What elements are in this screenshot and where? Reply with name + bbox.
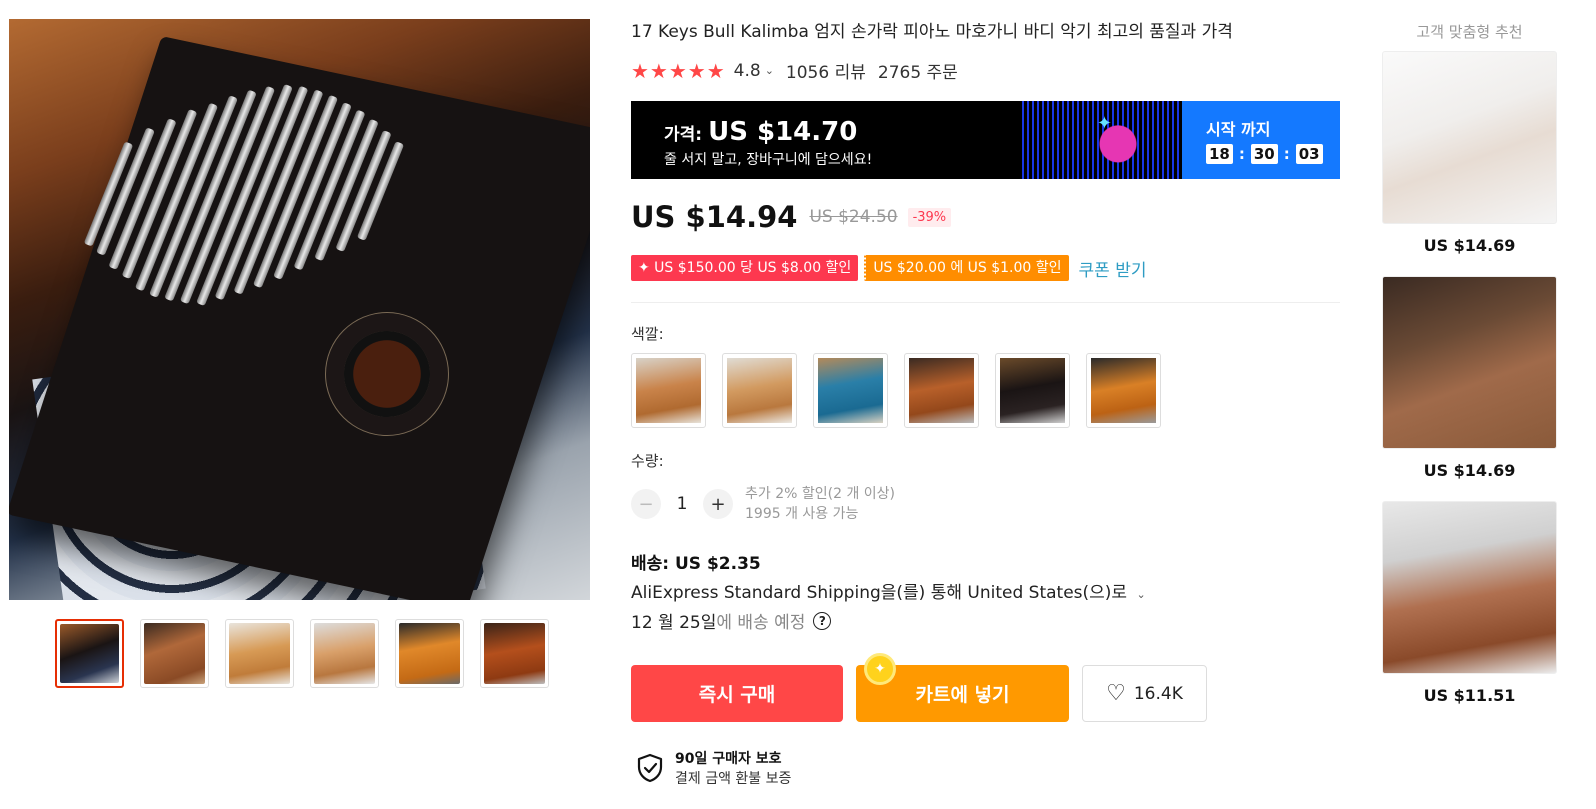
color-swatch-1[interactable] [631,353,706,428]
thumbnail-4[interactable] [310,619,379,688]
thumbnail-1[interactable] [55,619,124,688]
coupon-select-discount[interactable]: US $20.00 에 US $1.00 할인 [864,255,1069,281]
thumbnail-5[interactable] [395,619,464,688]
current-price: US $14.94 [631,200,798,234]
sound-hole [344,331,430,417]
delivery-estimate: 12 월 25일 에 배송 예정 ? [631,608,832,633]
color-swatch-3[interactable] [813,353,888,428]
recommended-item-price: US $14.69 [1423,236,1516,255]
color-swatch-2[interactable] [722,353,797,428]
protection-title: 90일 구매자 보호 [675,751,782,767]
chevron-down-icon: ⌄ [1136,588,1146,601]
wishlist-count: 16.4K [1133,683,1183,704]
rating-row: ★★★★★ 4.8 ⌄ 1056 리뷰 2765 주문 [631,58,958,84]
review-count[interactable]: 1056 리뷰 [786,58,866,83]
shipping-cost: 배송: US $2.35 [631,554,761,574]
thumbnail-2[interactable] [140,619,209,688]
delivery-date: 12 월 25일 [631,613,717,633]
page-scrollbar[interactable] [1580,0,1596,809]
coupon-store-discount[interactable]: ✦ US $150.00 당 US $8.00 할인 [631,255,859,281]
heart-icon: ♡ [1106,681,1126,706]
discount-badge: -39% [907,207,952,227]
promo-price-panel: ✦ 가격: US $14.70 줄 서지 말고, 장바구니에 담으세요! [631,101,1182,179]
shield-check-icon [637,753,663,783]
thumbnail-3[interactable] [225,619,294,688]
recommended-item-price: US $14.69 [1423,461,1516,480]
quantity-increase-button[interactable]: + [703,489,733,519]
order-count: 2765 주문 [877,63,958,83]
quantity-value[interactable]: 1 [661,494,703,514]
bulk-discount-note: 추가 2% 할인(2 개 이상) [745,486,896,502]
color-swatch-6[interactable] [1086,353,1161,428]
add-to-cart-label: 카트에 넣기 [915,684,1010,706]
recommended-item[interactable]: US $11.51 [1382,501,1557,705]
countdown-seconds: 03 [1295,144,1323,164]
recommended-item[interactable]: US $14.69 [1382,51,1557,255]
shipping-method[interactable]: AliExpress Standard Shipping을(를) 통해 Unit… [631,578,1146,603]
countdown-label: 시작 까지 [1206,120,1271,139]
wishlist-button[interactable]: ♡ 16.4K [1082,665,1207,722]
product-title: 17 Keys Bull Kalimba 엄지 손가락 피아노 마호가니 바디 … [631,22,1233,42]
protection-subtitle: 결제 금액 환불 보증 [675,771,792,787]
recommendations-title: 고객 맞춤형 추천 [1416,23,1523,41]
main-product-image[interactable] [9,19,590,600]
color-swatch-4[interactable] [904,353,979,428]
coin-icon: ✦ [864,653,896,685]
rating-value[interactable]: 4.8 [734,61,761,81]
promo-price-label: 가격: [664,125,703,145]
shipping-method-text: AliExpress Standard Shipping을(를) 통해 Unit… [631,583,1128,603]
buy-now-button[interactable]: 즉시 구매 [631,665,843,722]
promo-price: US $14.70 [708,117,858,147]
countdown-minutes: 30 [1250,144,1278,164]
divider [631,302,1340,303]
color-swatch-5[interactable] [995,353,1070,428]
recommended-item-image[interactable] [1382,501,1557,674]
chevron-down-icon[interactable]: ⌄ [765,64,774,77]
recommended-item-image[interactable] [1382,51,1557,224]
thumbnail-6[interactable] [480,619,549,688]
sparkle-icon: ✦ [1096,113,1112,134]
quantity-stepper: − 1 + 추가 2% 할인(2 개 이상) 1995 개 사용 가능 [631,484,895,524]
color-label: 색깔: [631,325,664,343]
thumbnail-strip [55,619,549,688]
quantity-label: 수량: [631,452,664,470]
price-row: US $14.94 US $24.50 -39% [631,200,952,234]
color-swatches [631,353,1161,428]
buyer-protection: 90일 구매자 보호 결제 금액 환불 보증 [637,748,791,788]
recommended-item-price: US $11.51 [1423,686,1516,705]
promo-banner: ✦ 가격: US $14.70 줄 서지 말고, 장바구니에 담으세요! 시작 까… [631,101,1340,179]
countdown-panel: 시작 까지 18 : 30 : 03 [1182,101,1340,179]
countdown-timer: 18 : 30 : 03 [1206,144,1340,164]
delivery-date-suffix: 에 배송 예정 [716,613,806,633]
recommended-item[interactable]: US $14.69 [1382,276,1557,480]
coupon-row: ✦ US $150.00 당 US $8.00 할인 US $20.00 에 U… [631,255,1147,281]
quantity-decrease-button[interactable]: − [631,489,661,519]
available-stock: 1995 개 사용 가능 [745,506,859,522]
star-rating-icon: ★★★★★ [631,58,726,83]
kalimba-body [9,36,590,600]
original-price: US $24.50 [809,207,898,227]
help-icon[interactable]: ? [813,611,832,630]
recommended-item-image[interactable] [1382,276,1557,449]
add-to-cart-button[interactable]: ✦ 카트에 넣기 [856,653,1069,722]
countdown-hours: 18 [1206,144,1233,164]
get-coupons-link[interactable]: 쿠폰 받기 [1079,256,1147,281]
buy-now-label: 즉시 구매 [698,684,776,706]
